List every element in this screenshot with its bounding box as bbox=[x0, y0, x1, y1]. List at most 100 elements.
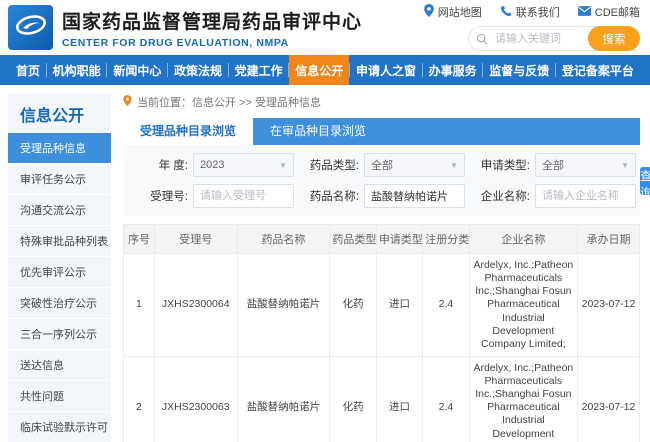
page-header: 国家药品监督管理局药品审评中心 CENTER FOR DRUG EVALUATI… bbox=[0, 0, 650, 55]
site-title: 国家药品监督管理局药品审评中心 bbox=[62, 7, 362, 34]
chevron-down-icon: ▼ bbox=[450, 161, 458, 170]
nav-item[interactable]: 新闻中心 bbox=[107, 55, 167, 85]
filter-row-2: 受理号: 药品名称: 企业名称: bbox=[131, 184, 636, 208]
table-row: 2 JXHS2300063 盐酸替纳帕诺片 化药 进口 2.4 Ardelyx,… bbox=[124, 356, 640, 442]
cde-logo bbox=[8, 5, 53, 50]
nav-item[interactable]: 申请人之窗 bbox=[350, 55, 422, 85]
top-links: 网站地图 联系我们 CDE邮箱 bbox=[424, 4, 640, 20]
filter-row-1: 年 度: 2023 ▼ 药品类型: 全部 ▼ 申 bbox=[131, 153, 636, 177]
site-subtitle: CENTER FOR DRUG EVALUATION, NMPA bbox=[62, 37, 362, 49]
main-nav: 首页 机构职能 新闻中心 政策法规 党建工作 信息公开 申请人之窗 办事服务 监… bbox=[0, 55, 650, 85]
nav-item[interactable]: 党建工作 bbox=[229, 55, 289, 85]
drug-type-label: 药品类型: bbox=[302, 157, 359, 173]
table-header-cell: 序号 bbox=[124, 225, 155, 254]
sidebar-item[interactable]: 优先审评公示 bbox=[8, 257, 111, 288]
content-area: 信息公开 受理品种信息 审评任务公示 沟通交流公示 特殊审批品种列表 优先审评公… bbox=[0, 85, 650, 442]
cell-apply-type: 进口 bbox=[376, 356, 422, 442]
company-name-label: 企业名称: bbox=[473, 188, 530, 204]
filter-panel: 年 度: 2023 ▼ 药品类型: 全部 ▼ 申 bbox=[123, 145, 640, 216]
year-field: 年 度: 2023 ▼ bbox=[131, 153, 294, 177]
query-button[interactable]: 查询 bbox=[640, 167, 650, 195]
mail-icon bbox=[578, 6, 591, 19]
acceptance-no-field: 受理号: bbox=[131, 184, 294, 208]
nav-item[interactable]: 信息公开 bbox=[289, 55, 349, 85]
table-header-row: 序号 受理号 药品名称 药品类型 申请类型 注册分类 企业名称 承办日期 bbox=[124, 225, 640, 254]
cell-company: Ardelyx, Inc.;Patheon Pharmaceuticals In… bbox=[469, 254, 577, 357]
table-header-cell: 药品名称 bbox=[237, 225, 330, 254]
table-header-cell: 企业名称 bbox=[469, 225, 577, 254]
search-button[interactable]: 搜索 bbox=[588, 26, 640, 51]
cell-reg-class: 2.4 bbox=[423, 356, 469, 442]
table-header-cell: 注册分类 bbox=[423, 225, 469, 254]
nav-item[interactable]: 机构职能 bbox=[47, 55, 107, 85]
cell-drug-name: 盐酸替纳帕诺片 bbox=[237, 254, 330, 357]
cell-date: 2023-07-12 bbox=[578, 356, 640, 442]
company-name-input[interactable] bbox=[535, 184, 636, 208]
table-header-cell: 药品类型 bbox=[330, 225, 376, 254]
main-panel: 当前位置：信息公开 >> 受理品种信息 受理品种目录浏览 在审品种目录浏览 年 … bbox=[123, 93, 640, 442]
sidebar-item[interactable]: 送达信息 bbox=[8, 350, 111, 381]
sidebar-item[interactable]: 临床试验默示许可 bbox=[8, 412, 111, 442]
search-icon bbox=[476, 32, 488, 50]
table-header-cell: 申请类型 bbox=[376, 225, 422, 254]
drug-name-label: 药品名称: bbox=[302, 188, 359, 204]
nav-item[interactable]: 登记备案平台 bbox=[556, 55, 640, 85]
sidebar: 信息公开 受理品种信息 审评任务公示 沟通交流公示 特殊审批品种列表 优先审评公… bbox=[8, 93, 111, 442]
breadcrumb: 当前位置：信息公开 >> 受理品种信息 bbox=[123, 94, 640, 110]
sidebar-item[interactable]: 突破性治疗公示 bbox=[8, 288, 111, 319]
tab-accepted-catalog[interactable]: 受理品种目录浏览 bbox=[123, 118, 253, 145]
acceptance-no-input[interactable] bbox=[193, 184, 294, 208]
site-search: 搜索 bbox=[468, 26, 640, 51]
sidebar-item[interactable]: 受理品种信息 bbox=[8, 133, 111, 164]
drug-type-field: 药品类型: 全部 ▼ bbox=[302, 153, 465, 177]
logo-swoosh-icon bbox=[13, 9, 49, 46]
table-row: 1 JXHS2300064 盐酸替纳帕诺片 化药 进口 2.4 Ardelyx,… bbox=[124, 254, 640, 357]
sidebar-item[interactable]: 共性问题 bbox=[8, 381, 111, 412]
year-select[interactable]: 2023 ▼ bbox=[193, 153, 294, 177]
sidebar-item[interactable]: 沟通交流公示 bbox=[8, 195, 111, 226]
year-label: 年 度: bbox=[131, 157, 188, 173]
mailbox-link[interactable]: CDE邮箱 bbox=[578, 4, 640, 20]
chevron-down-icon: ▼ bbox=[621, 161, 629, 170]
sidebar-item[interactable]: 特殊审批品种列表 bbox=[8, 226, 111, 257]
header-right: 网站地图 联系我们 CDE邮箱 搜索 bbox=[424, 4, 640, 51]
nav-item[interactable]: 监督与反馈 bbox=[483, 55, 555, 85]
drug-name-input[interactable] bbox=[364, 184, 465, 208]
tab-under-review-catalog[interactable]: 在审品种目录浏览 bbox=[253, 118, 383, 145]
cell-index: 2 bbox=[124, 356, 155, 442]
brand-block: 国家药品监督管理局药品审评中心 CENTER FOR DRUG EVALUATI… bbox=[62, 7, 362, 49]
nav-item[interactable]: 办事服务 bbox=[423, 55, 483, 85]
sidebar-item[interactable]: 三合一序列公示 bbox=[8, 319, 111, 350]
table-header-cell: 承办日期 bbox=[578, 225, 640, 254]
contact-link[interactable]: 联系我们 bbox=[500, 4, 560, 20]
apply-type-field: 申请类型: 全部 ▼ bbox=[473, 153, 636, 177]
table-head: 序号 受理号 药品名称 药品类型 申请类型 注册分类 企业名称 承办日期 bbox=[124, 225, 640, 254]
apply-type-label: 申请类型: bbox=[473, 157, 530, 173]
cell-drug-type: 化药 bbox=[330, 356, 376, 442]
sitemap-link[interactable]: 网站地图 bbox=[424, 4, 482, 20]
nav-item[interactable]: 首页 bbox=[10, 55, 46, 85]
company-name-field: 企业名称: bbox=[473, 184, 636, 208]
cell-reg-class: 2.4 bbox=[423, 254, 469, 357]
drug-type-select[interactable]: 全部 ▼ bbox=[364, 153, 465, 177]
cell-date: 2023-07-12 bbox=[578, 254, 640, 357]
table-header-cell: 受理号 bbox=[154, 225, 237, 254]
table-body: 1 JXHS2300064 盐酸替纳帕诺片 化药 进口 2.4 Ardelyx,… bbox=[124, 254, 640, 442]
cell-drug-name: 盐酸替纳帕诺片 bbox=[237, 356, 330, 442]
sidebar-title: 信息公开 bbox=[8, 93, 111, 133]
nav-item[interactable]: 政策法规 bbox=[168, 55, 228, 85]
acceptance-no-label: 受理号: bbox=[131, 188, 188, 204]
cell-index: 1 bbox=[124, 254, 155, 357]
drug-name-field: 药品名称: bbox=[302, 184, 465, 208]
cell-acceptance-no: JXHS2300063 bbox=[154, 356, 237, 442]
cell-company: Ardelyx, Inc.;Patheon Pharmaceuticals In… bbox=[469, 356, 577, 442]
cell-apply-type: 进口 bbox=[376, 254, 422, 357]
breadcrumb-pin-icon bbox=[123, 95, 132, 109]
cell-drug-type: 化药 bbox=[330, 254, 376, 357]
sidebar-item[interactable]: 审评任务公示 bbox=[8, 164, 111, 195]
cell-acceptance-no: JXHS2300064 bbox=[154, 254, 237, 357]
sidebar-menu: 受理品种信息 审评任务公示 沟通交流公示 特殊审批品种列表 优先审评公示 突破性… bbox=[8, 133, 111, 442]
location-pin-icon bbox=[424, 4, 434, 20]
phone-icon bbox=[500, 5, 512, 20]
apply-type-select[interactable]: 全部 ▼ bbox=[535, 153, 636, 177]
